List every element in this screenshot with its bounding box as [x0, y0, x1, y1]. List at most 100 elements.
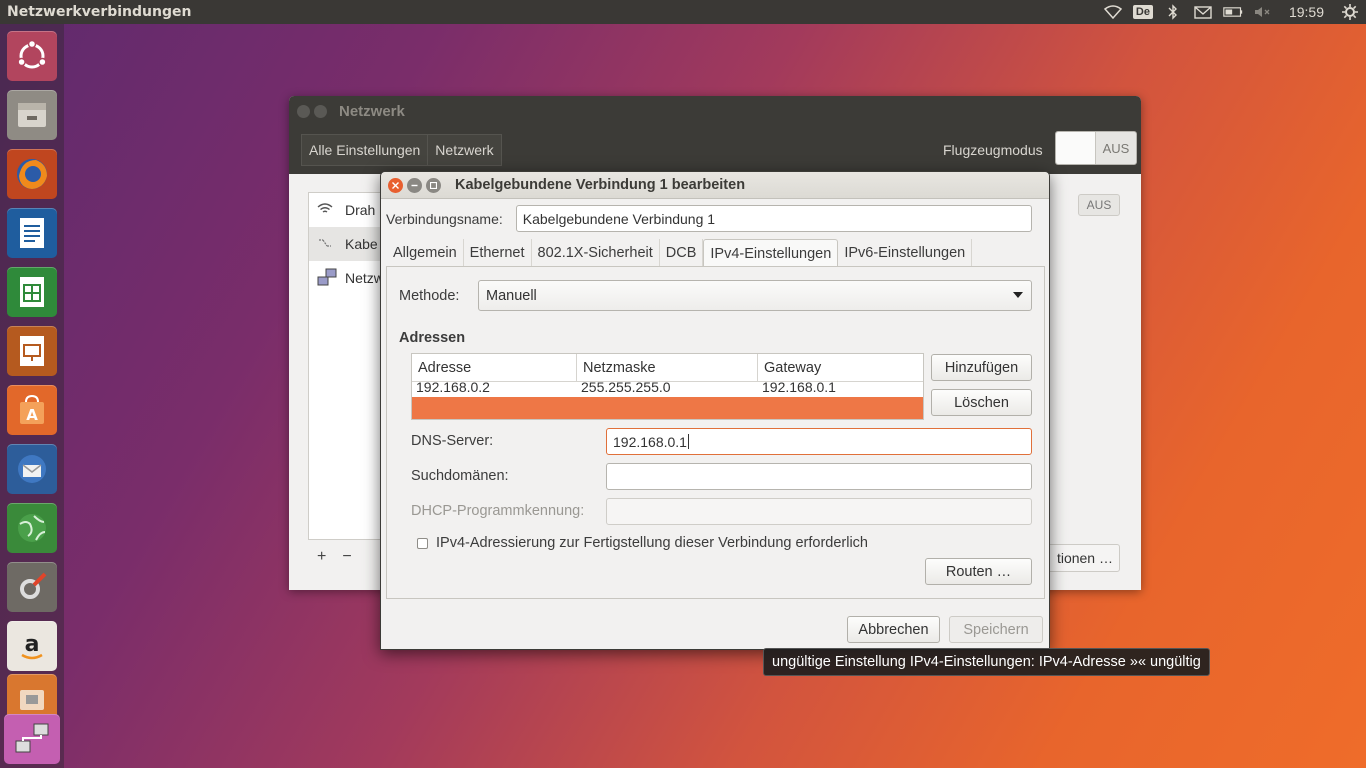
table-row[interactable]: 192.168.0.2 255.255.255.0 192.168.0.1 [412, 382, 923, 396]
column-address[interactable]: Adresse [412, 354, 577, 382]
maximize-button[interactable] [426, 177, 441, 193]
launcher: A a [0, 24, 64, 768]
bg-window-title: Netzwerk [339, 102, 405, 120]
dialog-titlebar: Kabelgebundene Verbindung 1 bearbeiten [381, 172, 1049, 199]
delete-address-button[interactable]: Löschen [931, 389, 1032, 416]
keyboard-icon[interactable]: De [1132, 4, 1153, 20]
system-settings-icon[interactable] [7, 562, 57, 612]
edit-connection-dialog: Kabelgebundene Verbindung 1 bearbeiten V… [380, 171, 1050, 650]
flight-mode-state: AUS [1102, 140, 1130, 156]
dns-server-label: DNS-Server: [411, 433, 494, 449]
add-address-button[interactable]: Hinzufügen [931, 354, 1032, 381]
app-title: Netzwerkverbindungen [7, 4, 192, 20]
connection-name-row: Verbindungsname: Kabelgebundene Verbindu… [386, 205, 1032, 232]
chevron-down-icon [1013, 292, 1023, 298]
files-icon[interactable] [7, 90, 57, 140]
connection-name-label: Verbindungsname: [386, 210, 503, 227]
save-button[interactable]: Speichern [949, 616, 1043, 643]
breadcrumb: Alle Einstellungen Netzwerk [301, 134, 502, 166]
svg-text:A: A [26, 406, 38, 424]
tab-bar: Allgemein Ethernet 802.1X-Sicherheit DCB… [387, 239, 973, 267]
network-proxy-icon [317, 268, 337, 289]
require-ipv4-label: IPv4-Adressierung zur Fertigstellung die… [436, 535, 868, 551]
dialog-title: Kabelgebundene Verbindung 1 bearbeiten [455, 177, 746, 193]
clock[interactable]: 19:59 [1283, 4, 1330, 20]
search-domains-input[interactable] [606, 463, 1032, 490]
text-cursor [687, 434, 689, 449]
svg-text:a: a [25, 632, 40, 657]
bg-minimize-button[interactable] [314, 104, 327, 118]
list-item-label: Netzw [345, 270, 384, 286]
system-tray: De 19:59 [1103, 0, 1360, 24]
breadcrumb-all-settings[interactable]: Alle Einstellungen [301, 134, 429, 166]
dhcp-client-id-input [606, 498, 1032, 525]
amazon-icon[interactable]: a [7, 621, 57, 671]
method-select[interactable]: Manuell [478, 280, 1032, 311]
column-gateway[interactable]: Gateway [758, 354, 923, 382]
wifi-icon [317, 202, 337, 218]
dhcp-client-id-label: DHCP-Programmkennung: [411, 503, 585, 519]
method-value: Manuell [486, 287, 537, 304]
selected-edit-row[interactable] [412, 397, 923, 419]
remove-connection-button[interactable]: − [342, 548, 351, 566]
volume-muted-icon[interactable] [1253, 4, 1273, 20]
tab-allgemein[interactable]: Allgemein [387, 239, 464, 267]
cell-gateway: 192.168.0.1 [762, 382, 836, 395]
cancel-button[interactable]: Abbrechen [847, 616, 940, 643]
ethernet-icon [317, 237, 337, 252]
firefox-icon[interactable] [7, 149, 57, 199]
writer-icon[interactable] [7, 208, 57, 258]
thunderbird-icon[interactable] [7, 444, 57, 494]
connection-name-value: Kabelgebundene Verbindung 1 [522, 210, 716, 227]
tab-8021x-security[interactable]: 802.1X-Sicherheit [532, 239, 660, 267]
ipv4-panel: Methode: Manuell Adressen Adresse Netzma… [386, 266, 1045, 599]
dns-server-value: 192.168.0.1 [613, 433, 687, 450]
validation-tooltip: ungültige Einstellung IPv4-Einstellungen… [763, 648, 1210, 676]
require-ipv4-checkbox[interactable]: IPv4-Adressierung zur Fertigstellung die… [417, 535, 868, 551]
switch-knob [1056, 132, 1096, 164]
cell-netmask: 255.255.255.0 [581, 382, 671, 395]
addresses-table[interactable]: Adresse Netzmaske Gateway 192.168.0.2 25… [411, 353, 924, 420]
mail-icon[interactable] [1193, 4, 1213, 20]
routes-button[interactable]: Routen … [925, 558, 1032, 585]
tab-ipv6-settings[interactable]: IPv6-Einstellungen [838, 239, 973, 267]
cell-address: 192.168.0.2 [416, 382, 490, 395]
options-button[interactable]: tionen … [1044, 544, 1120, 572]
network-connections-icon[interactable] [4, 714, 60, 764]
dns-server-input[interactable]: 192.168.0.1 [606, 428, 1032, 455]
addresses-heading: Adressen [399, 330, 466, 346]
tab-ipv4-settings[interactable]: IPv4-Einstellungen [703, 239, 839, 267]
wifi-icon[interactable] [1103, 4, 1123, 20]
keyboard-layout-label: De [1132, 5, 1153, 19]
bg-close-button[interactable] [297, 104, 310, 118]
list-item-label: Drah [345, 202, 376, 218]
close-button[interactable] [388, 177, 403, 193]
flight-mode-label: Flugzeugmodus [943, 142, 1043, 158]
list-item-label: Kabe [345, 236, 378, 252]
method-label: Methode: [399, 288, 460, 304]
tab-ethernet[interactable]: Ethernet [464, 239, 532, 267]
gear-icon[interactable] [1340, 4, 1360, 20]
connection-name-input[interactable]: Kabelgebundene Verbindung 1 [515, 205, 1032, 232]
wired-switch-state[interactable]: AUS [1078, 194, 1120, 216]
battery-icon[interactable] [1223, 4, 1243, 20]
impress-icon[interactable] [7, 326, 57, 376]
add-connection-button[interactable]: + [317, 548, 326, 566]
list-controls: + − [317, 548, 352, 566]
bg-toolbar: Alle Einstellungen Netzwerk Flugzeugmodu… [289, 126, 1141, 174]
breadcrumb-network[interactable]: Netzwerk [427, 134, 502, 166]
minimize-button[interactable] [407, 177, 422, 193]
tab-dcb[interactable]: DCB [660, 239, 704, 267]
calc-icon[interactable] [7, 267, 57, 317]
checkbox-box[interactable] [417, 537, 428, 549]
bluetooth-icon[interactable] [1163, 4, 1183, 20]
table-header: Adresse Netzmaske Gateway [412, 354, 923, 382]
ubuntu-dash-icon[interactable] [7, 31, 57, 81]
bg-window-titlebar: Netzwerk [289, 96, 1141, 126]
top-panel: Netzwerkverbindungen De 19:59 [0, 0, 1366, 24]
network-globe-icon[interactable] [7, 503, 57, 553]
software-center-icon[interactable]: A [7, 385, 57, 435]
column-netmask[interactable]: Netzmaske [577, 354, 758, 382]
search-domains-label: Suchdomänen: [411, 468, 509, 484]
flight-mode-switch[interactable]: AUS [1055, 131, 1137, 165]
